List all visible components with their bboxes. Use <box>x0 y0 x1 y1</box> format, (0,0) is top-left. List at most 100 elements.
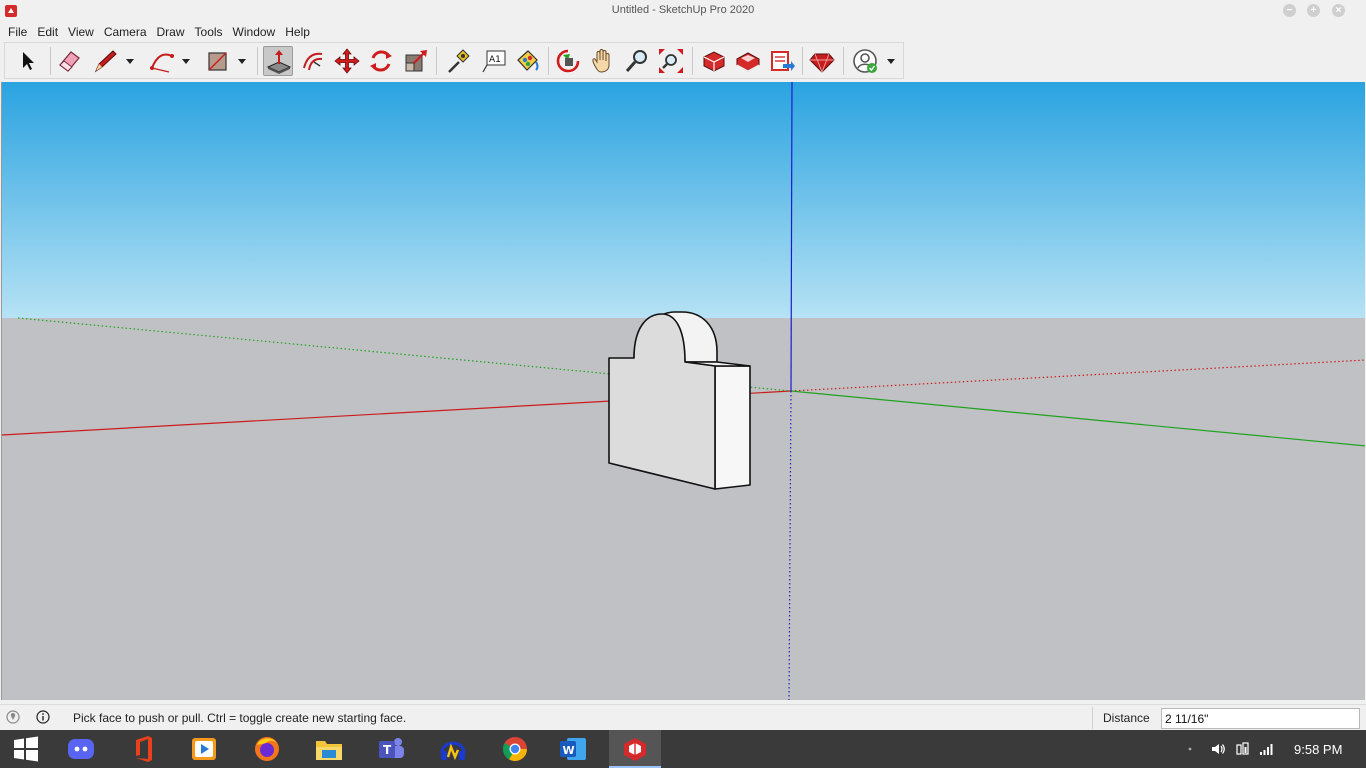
text-tool-button[interactable]: A1 <box>479 46 509 76</box>
menu-camera[interactable]: Camera <box>99 22 152 42</box>
window-title: Untitled - SketchUp Pro 2020 <box>611 4 755 16</box>
rectangle-tool-button[interactable] <box>203 46 233 76</box>
modeling-viewport[interactable] <box>1 82 1365 700</box>
taskbar-video-player[interactable] <box>178 730 230 768</box>
minimize-button[interactable]: − <box>1283 4 1296 17</box>
title-bar: Untitled - SketchUp Pro 2020 − + × <box>0 0 1366 22</box>
line-dropdown-chevron-icon[interactable] <box>125 56 135 66</box>
sketchup-icon <box>624 738 646 761</box>
menu-window[interactable]: Window <box>228 22 281 42</box>
ruby-gem-icon <box>809 53 835 74</box>
battery-icon[interactable] <box>1235 742 1251 756</box>
offset-icon <box>303 52 323 71</box>
shape-side-face[interactable] <box>714 365 751 490</box>
folder-icon <box>316 741 342 760</box>
eraser-icon <box>59 51 80 72</box>
move-icon <box>334 48 360 74</box>
tape-measure-tool-button[interactable] <box>443 46 473 76</box>
menu-help[interactable]: Help <box>280 22 315 42</box>
measurement-label: Distance <box>1103 711 1150 725</box>
arc-tool-button[interactable] <box>147 46 177 76</box>
rotate-icon <box>370 50 392 72</box>
svg-text:W: W <box>563 744 575 757</box>
tray-overflow-icon[interactable] <box>1186 742 1194 756</box>
select-arrow-icon <box>23 52 34 70</box>
move-tool-button[interactable] <box>332 46 362 76</box>
arc-icon <box>150 53 174 73</box>
paint-bucket-tool-button[interactable] <box>512 46 542 76</box>
measurement-input[interactable] <box>1161 708 1360 729</box>
rectangle-icon <box>208 52 227 71</box>
taskbar-teams[interactable]: T <box>365 730 417 768</box>
discord-icon <box>68 739 94 759</box>
video-player-icon <box>192 738 216 760</box>
taskbar-audio-app[interactable] <box>427 730 479 768</box>
taskbar-discord[interactable] <box>55 730 107 768</box>
scale-icon <box>405 50 427 72</box>
zoom-magnifier-icon <box>625 50 647 72</box>
tape-measure-icon <box>448 49 470 73</box>
instructor-info-icon[interactable] <box>36 710 50 724</box>
user-account-icon <box>853 49 877 73</box>
push-pull-tool-button[interactable] <box>263 46 293 76</box>
headphones-icon <box>440 741 466 761</box>
select-tool-button[interactable] <box>13 46 43 76</box>
text-label-icon: A1 <box>482 50 506 73</box>
menu-file[interactable]: File <box>3 22 32 42</box>
svg-text:T: T <box>383 743 392 757</box>
layout-send-icon <box>771 51 795 71</box>
menu-view[interactable]: View <box>63 22 99 42</box>
taskbar-sketchup[interactable] <box>609 730 661 768</box>
offset-tool-button[interactable] <box>298 46 328 76</box>
rectangle-dropdown-chevron-icon[interactable] <box>237 56 247 66</box>
3d-warehouse-button[interactable] <box>699 46 729 76</box>
hand-pan-icon <box>592 49 610 73</box>
volume-icon[interactable] <box>1210 742 1226 756</box>
eraser-tool-button[interactable] <box>54 46 84 76</box>
network-signal-icon[interactable] <box>1259 742 1275 756</box>
paint-bucket-icon <box>517 50 539 71</box>
menu-draw[interactable]: Draw <box>152 22 190 42</box>
taskbar-file-explorer[interactable] <box>303 730 355 768</box>
office-icon <box>136 736 152 762</box>
extension-manager-button[interactable] <box>807 46 837 76</box>
rotate-tool-button[interactable] <box>366 46 396 76</box>
taskbar-firefox[interactable] <box>241 730 293 768</box>
menu-edit[interactable]: Edit <box>32 22 63 42</box>
teams-icon: T <box>379 738 404 758</box>
account-dropdown-chevron-icon[interactable] <box>886 56 896 66</box>
line-tool-button[interactable] <box>91 46 121 76</box>
sketchup-window: Untitled - SketchUp Pro 2020 − + × File … <box>0 0 1366 768</box>
status-hint-text: Pick face to push or pull. Ctrl = toggle… <box>73 711 407 725</box>
account-button[interactable] <box>850 46 880 76</box>
zoom-tool-button[interactable] <box>622 46 652 76</box>
svg-text:A1: A1 <box>489 55 501 65</box>
zoom-extents-tool-button[interactable] <box>656 46 686 76</box>
maximize-button[interactable]: + <box>1307 4 1320 17</box>
menu-tools[interactable]: Tools <box>190 22 228 42</box>
menu-bar: File Edit View Camera Draw Tools Window … <box>0 22 1366 42</box>
chrome-icon <box>502 737 527 762</box>
arc-dropdown-chevron-icon[interactable] <box>181 56 191 66</box>
status-divider <box>1092 707 1093 729</box>
windows-logo-icon <box>14 736 38 762</box>
geo-location-icon[interactable] <box>6 710 20 724</box>
taskbar-word[interactable]: W <box>547 730 599 768</box>
scale-tool-button[interactable] <box>401 46 431 76</box>
orbit-icon <box>556 49 580 73</box>
pan-tool-button[interactable] <box>587 46 617 76</box>
taskbar-office[interactable] <box>117 730 169 768</box>
extension-warehouse-icon <box>736 52 760 72</box>
taskbar-start-button[interactable] <box>0 730 52 768</box>
send-to-layout-button[interactable] <box>767 46 797 76</box>
zoom-extents-icon <box>659 49 683 73</box>
taskbar-chrome[interactable] <box>489 730 541 768</box>
3d-warehouse-icon <box>703 51 725 72</box>
taskbar-clock[interactable]: 9:58 PM <box>1294 742 1342 757</box>
orbit-tool-button[interactable] <box>553 46 583 76</box>
windows-taskbar: T W 9:58 PM <box>0 730 1366 768</box>
close-button[interactable]: × <box>1332 4 1345 17</box>
scene-canvas[interactable] <box>2 82 1365 700</box>
main-toolbar: A1 <box>4 42 904 79</box>
extension-warehouse-button[interactable] <box>733 46 763 76</box>
